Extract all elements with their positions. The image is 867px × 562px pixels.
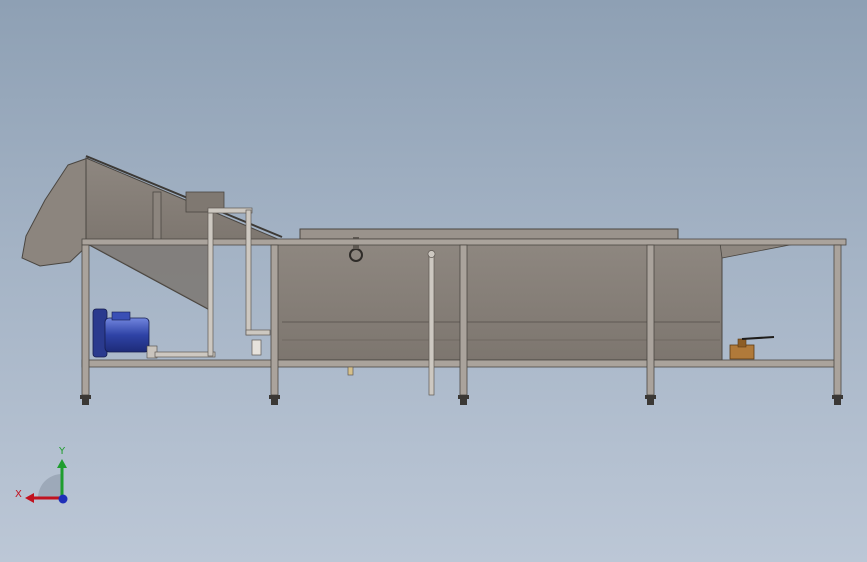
tank-bottom-fitting bbox=[347, 366, 354, 376]
pipe-riser-1 bbox=[207, 209, 214, 357]
drain-valve-small bbox=[251, 339, 262, 356]
pipe-overflow-cap bbox=[427, 250, 436, 258]
pipe-top-cross bbox=[207, 207, 253, 214]
motor-body bbox=[104, 317, 150, 353]
conveyor-hopper-hood bbox=[21, 157, 89, 267]
pipe-overflow bbox=[428, 251, 435, 396]
triad-y-arrowhead bbox=[57, 459, 67, 468]
frame-leg-1 bbox=[81, 244, 90, 396]
pipe-riser-2 bbox=[245, 209, 252, 336]
drain-ball-valve[interactable] bbox=[729, 336, 775, 360]
triad-y-label: Y bbox=[58, 446, 66, 457]
tank-body bbox=[274, 242, 723, 361]
frame-leg-2 bbox=[270, 244, 279, 396]
frame-leg-4 bbox=[646, 244, 655, 396]
triad-z-axis bbox=[58, 494, 68, 504]
leveling-feet bbox=[80, 395, 843, 405]
valve-handle[interactable] bbox=[741, 336, 775, 340]
conveyor-lower-web bbox=[85, 242, 211, 311]
washing-tank[interactable] bbox=[274, 228, 801, 361]
frame-leg-3 bbox=[459, 244, 468, 396]
frame-leg-5 bbox=[833, 244, 842, 396]
frame-top-rail bbox=[81, 238, 847, 246]
triad-x-arrowhead bbox=[25, 493, 34, 503]
cad-viewport[interactable]: Y X bbox=[0, 0, 867, 562]
motor-terminal-box bbox=[111, 311, 131, 321]
pipe-horizontal-lower bbox=[154, 351, 216, 358]
triad-plane-indicator bbox=[38, 474, 62, 498]
valve-flange bbox=[737, 338, 747, 348]
conveyor-upright-post bbox=[152, 191, 162, 245]
model-canvas[interactable]: Y X bbox=[0, 0, 867, 562]
pipe-return bbox=[245, 329, 271, 336]
pump-motor[interactable] bbox=[92, 308, 158, 359]
coordinate-triad: Y X bbox=[15, 446, 68, 504]
triad-x-label: X bbox=[15, 489, 22, 500]
inclined-conveyor[interactable] bbox=[21, 155, 283, 311]
